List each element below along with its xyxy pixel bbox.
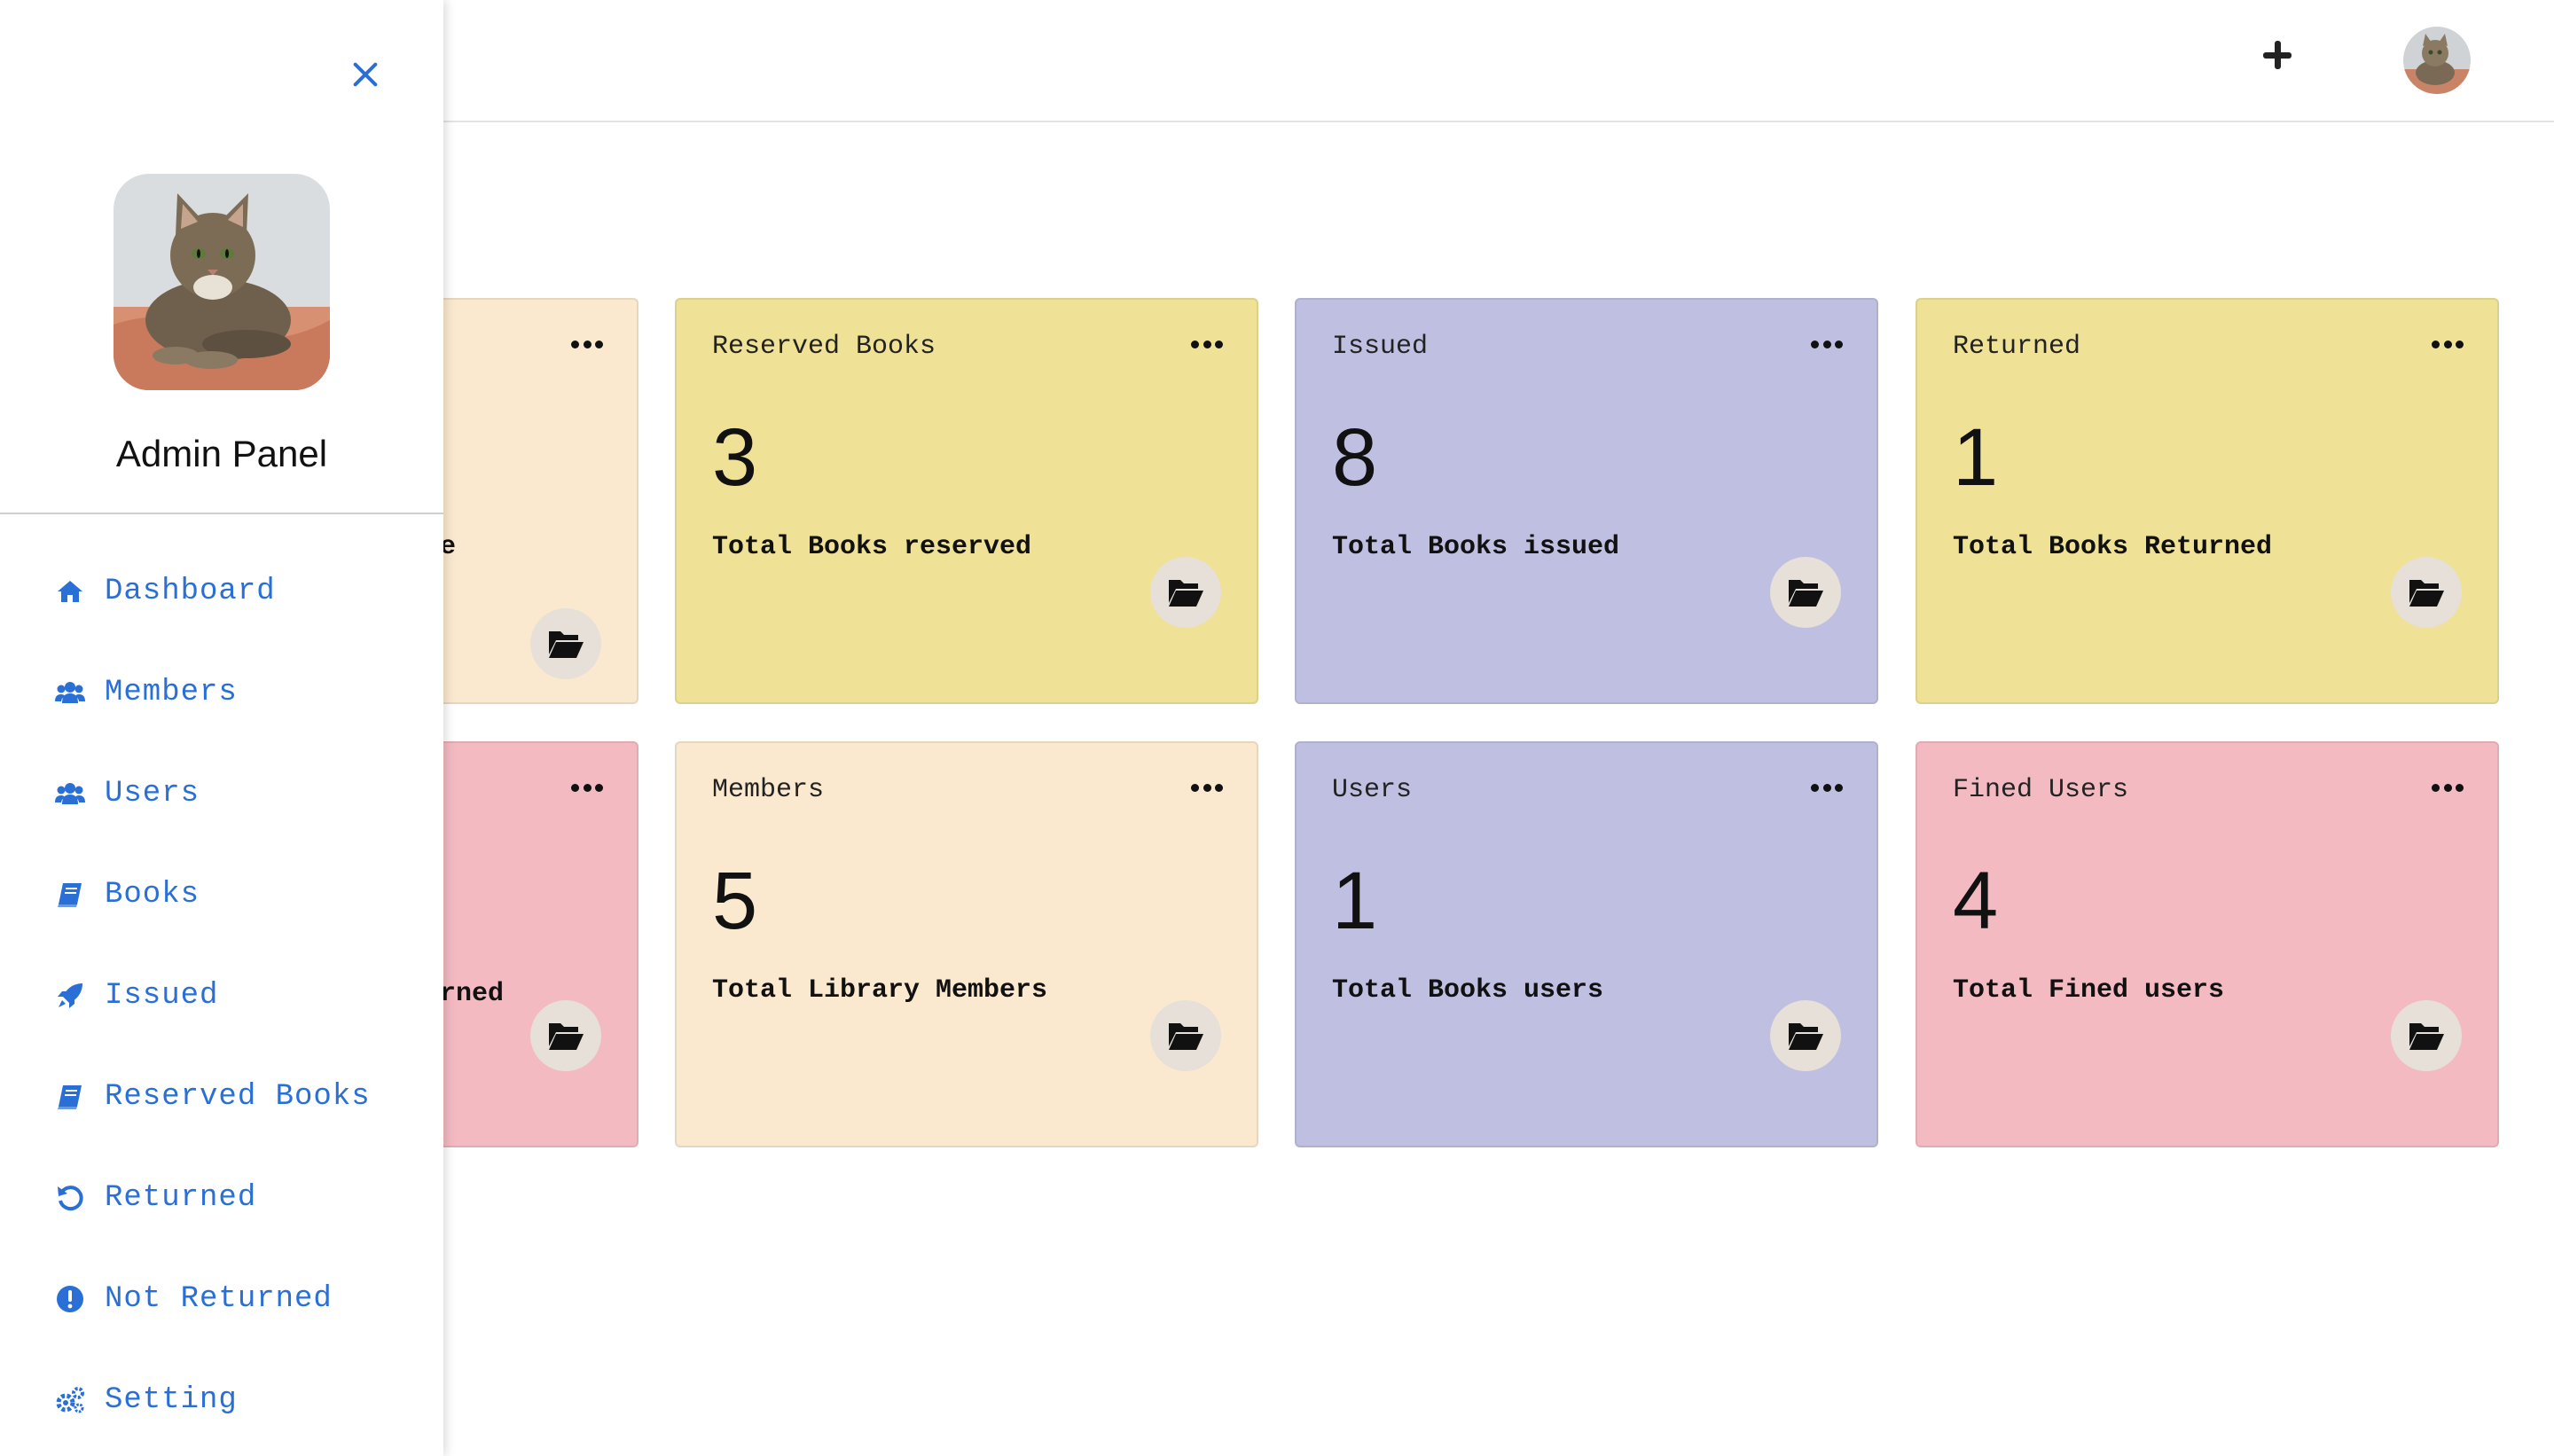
sidebar-divider (0, 513, 443, 514)
home-icon (55, 574, 90, 609)
card-value: 5 (712, 856, 758, 946)
more-options-icon[interactable] (1191, 782, 1223, 793)
card-value: 1 (1953, 412, 1999, 503)
sidebar-item-dashboard[interactable]: Dashboard (55, 569, 276, 614)
sidebar-item-users[interactable]: Users (55, 771, 200, 816)
sidebar-item-books[interactable]: Books (55, 873, 200, 917)
exclamation-circle-icon (55, 1281, 90, 1317)
folder-open-icon (1169, 580, 1203, 607)
sidebar-item-label: Not Returned (105, 1282, 333, 1316)
folder-open-icon (1169, 1023, 1203, 1050)
card-value: 3 (712, 412, 758, 503)
stat-card-fined-users: Fined Users 4 Total Fined users (1916, 741, 2499, 1147)
rocket-icon (55, 978, 90, 1014)
folder-open-button[interactable] (2391, 1000, 2462, 1071)
card-partial-text: rned (440, 979, 505, 1009)
undo-icon (55, 1180, 90, 1216)
card-description: Total Books users (1332, 975, 1604, 1006)
close-icon[interactable] (348, 57, 383, 92)
more-options-icon[interactable] (1811, 339, 1843, 349)
folder-open-button[interactable] (530, 608, 601, 679)
more-options-icon[interactable] (1191, 339, 1223, 349)
card-description: Total Books reserved (712, 532, 1032, 562)
folder-open-button[interactable] (1150, 1000, 1221, 1071)
card-description: Total Books issued (1332, 532, 1620, 562)
folder-open-button[interactable] (1150, 557, 1221, 628)
folder-open-button[interactable] (530, 1000, 601, 1071)
stat-card-users: Users 1 Total Books users (1295, 741, 1878, 1147)
add-plus-icon[interactable] (2260, 37, 2295, 73)
stat-card-issued: Issued 8 Total Books issued (1295, 298, 1878, 704)
sidebar-item-label: Users (105, 777, 200, 810)
sidebar-item-setting[interactable]: Setting (55, 1378, 238, 1422)
more-options-icon[interactable] (571, 339, 603, 349)
sidebar-item-not-returned[interactable]: Not Returned (55, 1277, 333, 1321)
card-description: Total Library Members (712, 975, 1048, 1006)
cat-photo-image (114, 174, 330, 390)
stat-card-reserved: Reserved Books 3 Total Books reserved (675, 298, 1258, 704)
cat-avatar-image (2403, 27, 2471, 94)
sidebar-item-members[interactable]: Members (55, 670, 238, 715)
card-title: Returned (1953, 332, 2081, 362)
users-icon (55, 776, 90, 811)
folder-open-icon (2409, 580, 2444, 607)
user-avatar[interactable] (2403, 27, 2471, 94)
folder-open-icon (1789, 580, 1823, 607)
admin-avatar (114, 174, 330, 390)
card-title: Fined Users (1953, 775, 2129, 805)
card-value: 1 (1332, 856, 1378, 946)
sidebar-item-label: Setting (105, 1383, 238, 1417)
sidebar-item-label: Members (105, 676, 238, 709)
card-value: 4 (1953, 856, 1999, 946)
folder-open-icon (2409, 1023, 2444, 1050)
card-title: Reserved Books (712, 332, 936, 362)
card-value: 8 (1332, 412, 1378, 503)
admin-panel-title: Admin Panel (115, 433, 328, 474)
card-title: Issued (1332, 332, 1429, 362)
sidebar-item-label: Issued (105, 979, 219, 1013)
more-options-icon[interactable] (571, 782, 603, 793)
folder-open-button[interactable] (2391, 557, 2462, 628)
card-description: Total Fined users (1953, 975, 2225, 1006)
folder-open-icon (1789, 1023, 1823, 1050)
sidebar-item-label: Dashboard (105, 575, 276, 608)
card-title: Users (1332, 775, 1413, 805)
book-icon (55, 877, 90, 912)
more-options-icon[interactable] (2432, 782, 2464, 793)
sidebar-item-label: Books (105, 878, 200, 912)
sidebar-item-issued[interactable]: Issued (55, 974, 218, 1018)
cogs-icon (55, 1382, 90, 1418)
more-options-icon[interactable] (1811, 782, 1843, 793)
folder-open-button[interactable] (1770, 1000, 1841, 1071)
folder-open-icon (549, 1023, 584, 1050)
more-options-icon[interactable] (2432, 339, 2464, 349)
book-icon (55, 1079, 90, 1115)
sidebar: Admin Panel Dashboard Members Users Book… (0, 0, 443, 1456)
folder-open-button[interactable] (1770, 557, 1841, 628)
sidebar-item-label: Returned (105, 1181, 257, 1215)
sidebar-item-returned[interactable]: Returned (55, 1176, 256, 1220)
sidebar-item-label: Reserved Books (105, 1080, 371, 1114)
card-description: Total Books Returned (1953, 532, 2273, 562)
sidebar-item-reserved-books[interactable]: Reserved Books (55, 1075, 371, 1119)
stat-card-members: Members 5 Total Library Members (675, 741, 1258, 1147)
card-title: Members (712, 775, 825, 805)
users-icon (55, 675, 90, 710)
folder-open-icon (549, 631, 584, 658)
stat-card-returned: Returned 1 Total Books Returned (1916, 298, 2499, 704)
